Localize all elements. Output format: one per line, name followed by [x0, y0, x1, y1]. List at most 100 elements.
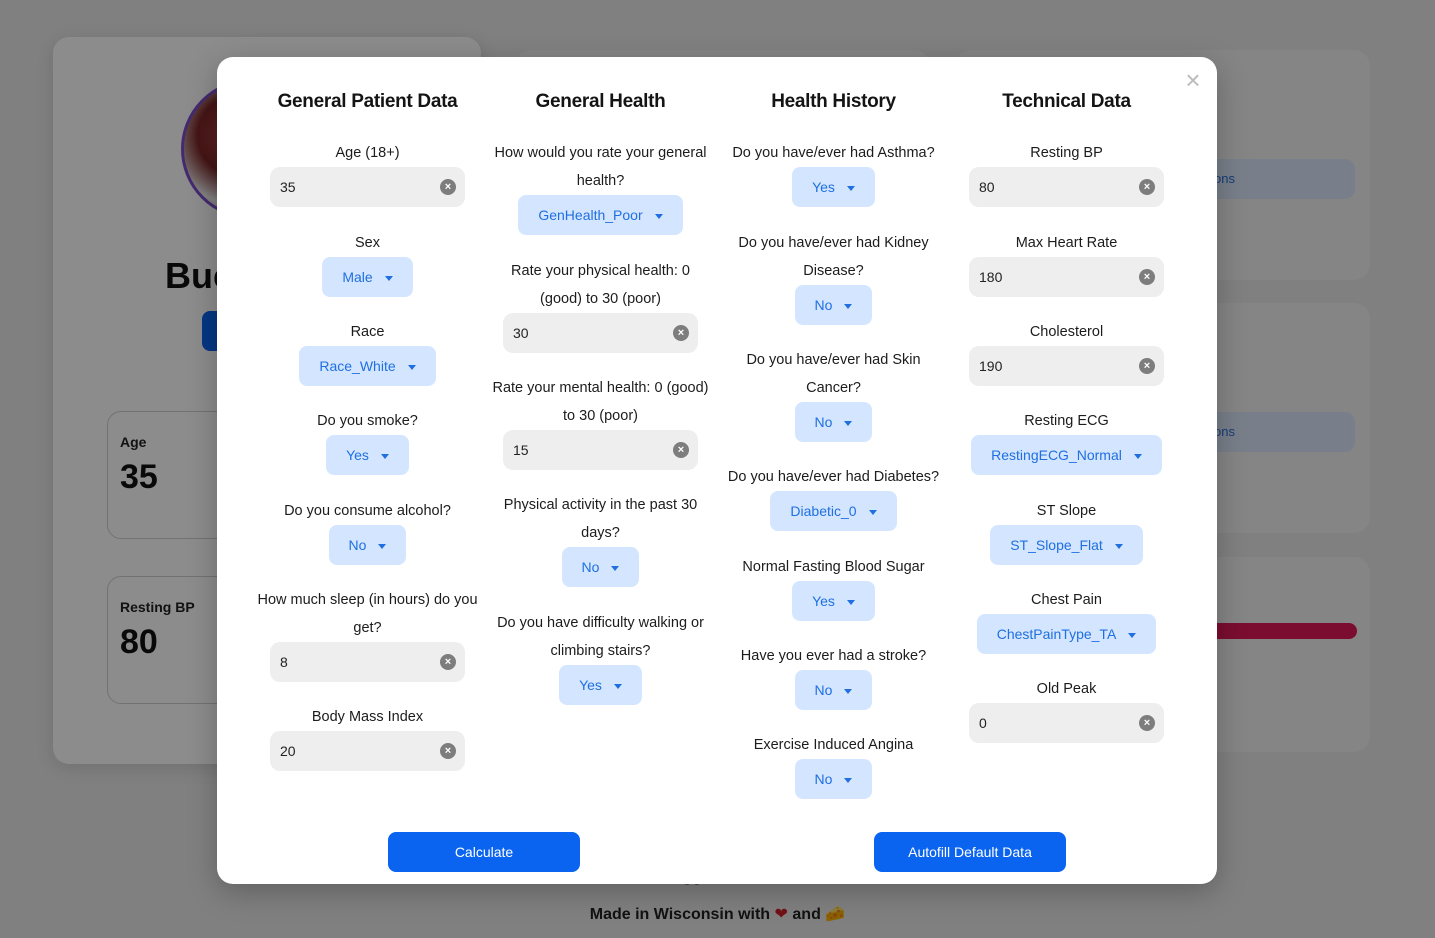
field-label: Do you have/ever had Kidney Disease? [738, 235, 929, 279]
caret-down-icon [846, 185, 855, 191]
field-smoke: Do you smoke? Yes [251, 407, 484, 475]
physical-activity-select[interactable]: No [561, 547, 640, 587]
select-value: No [814, 297, 833, 313]
resting-bp-input[interactable] [969, 167, 1164, 207]
autofill-default-data-button[interactable]: Autofill Default Data [874, 832, 1066, 872]
caret-down-icon [844, 688, 853, 694]
clear-icon[interactable]: × [440, 179, 456, 195]
caret-down-icon [868, 509, 877, 515]
field-resting-bp: Resting BP × [950, 139, 1183, 207]
field-label: How would you rate your general health? [494, 145, 707, 189]
smoke-select[interactable]: Yes [326, 435, 409, 475]
column-title: Technical Data [1002, 91, 1131, 112]
field-label: Rate your physical health: 0 (good) to 3… [511, 263, 690, 307]
column-title: General Health [535, 91, 666, 112]
field-label: Race [350, 324, 385, 340]
clear-icon[interactable]: × [1139, 358, 1155, 374]
field-label: Have you ever had a stroke? [740, 648, 927, 664]
field-label: Do you smoke? [317, 413, 418, 429]
max-heart-rate-input[interactable] [969, 257, 1164, 297]
field-sex: Sex Male [251, 229, 484, 297]
field-label: Do you have/ever had Diabetes? [727, 469, 940, 485]
fasting-blood-sugar-select[interactable]: Yes [792, 581, 875, 621]
clear-icon[interactable]: × [1139, 269, 1155, 285]
close-icon[interactable]: × [1181, 67, 1205, 93]
caret-down-icon [378, 543, 387, 549]
field-label: Body Mass Index [311, 709, 424, 725]
field-label: Max Heart Rate [1015, 235, 1118, 251]
bmi-input-wrapper: × [270, 731, 465, 771]
old-peak-input[interactable] [969, 703, 1164, 743]
alcohol-select[interactable]: No [328, 525, 407, 565]
calculate-button[interactable]: Calculate [388, 832, 580, 872]
field-old-peak: Old Peak × [950, 675, 1183, 743]
field-physical-activity: Physical activity in the past 30 days? N… [484, 491, 717, 587]
field-label: Sex [355, 235, 380, 251]
field-label: Exercise Induced Angina [753, 737, 914, 753]
field-cholesterol: Cholesterol × [950, 318, 1183, 386]
select-value: Diabetic_0 [790, 503, 857, 519]
sleep-input[interactable] [270, 642, 465, 682]
patient-data-modal: × General Patient Data Age (18+) × Sex M… [217, 57, 1217, 884]
field-kidney-disease: Do you have/ever had Kidney Disease? No [717, 229, 950, 325]
field-st-slope: ST Slope ST_Slope_Flat [950, 497, 1183, 565]
chest-pain-select[interactable]: ChestPainType_TA [976, 614, 1157, 654]
select-value: No [814, 414, 833, 430]
field-difficulty-walking: Do you have difficulty walking or climbi… [484, 609, 717, 705]
caret-down-icon [384, 275, 393, 281]
clear-icon[interactable]: × [1139, 715, 1155, 731]
field-label: Cholesterol [1029, 324, 1104, 340]
cholesterol-input[interactable] [969, 346, 1164, 386]
select-value: Race_White [319, 358, 396, 374]
field-fasting-blood-sugar: Normal Fasting Blood Sugar Yes [717, 553, 950, 621]
field-label: Physical activity in the past 30 days? [503, 497, 698, 541]
select-value: Yes [812, 179, 835, 195]
age-input[interactable] [270, 167, 465, 207]
exercise-angina-select[interactable]: No [794, 759, 873, 799]
clear-icon[interactable]: × [673, 325, 689, 341]
caret-down-icon [613, 683, 622, 689]
mental-health-input[interactable] [503, 430, 698, 470]
difficulty-walking-select[interactable]: Yes [559, 665, 642, 705]
select-value: Male [342, 269, 373, 285]
select-value: Yes [812, 593, 835, 609]
stroke-select[interactable]: No [794, 670, 873, 710]
field-diabetes: Do you have/ever had Diabetes? Diabetic_… [717, 463, 950, 531]
sleep-input-wrapper: × [270, 642, 465, 682]
field-exercise-angina: Exercise Induced Angina No [717, 731, 950, 799]
clear-icon[interactable]: × [1139, 179, 1155, 195]
caret-down-icon [844, 420, 853, 426]
asthma-select[interactable]: Yes [792, 167, 875, 207]
bmi-input[interactable] [270, 731, 465, 771]
field-label: Age (18+) [335, 145, 400, 161]
clear-icon[interactable]: × [673, 442, 689, 458]
field-chest-pain: Chest Pain ChestPainType_TA [950, 586, 1183, 654]
diabetes-select[interactable]: Diabetic_0 [770, 491, 897, 531]
field-sleep: How much sleep (in hours) do you get? × [251, 586, 484, 682]
resting-ecg-select[interactable]: RestingECG_Normal [971, 435, 1162, 475]
physical-health-input[interactable] [503, 313, 698, 353]
caret-down-icon [844, 777, 853, 783]
field-label: How much sleep (in hours) do you get? [257, 592, 478, 636]
st-slope-select[interactable]: ST_Slope_Flat [990, 525, 1143, 565]
select-value: GenHealth_Poor [538, 207, 643, 223]
clear-icon[interactable]: × [440, 743, 456, 759]
select-value: RestingECG_Normal [991, 447, 1122, 463]
field-physical-health: Rate your physical health: 0 (good) to 3… [484, 257, 717, 353]
clear-icon[interactable]: × [440, 654, 456, 670]
caret-down-icon [1128, 632, 1137, 638]
caret-down-icon [611, 565, 620, 571]
race-select[interactable]: Race_White [299, 346, 436, 386]
field-general-health: How would you rate your general health? … [484, 139, 717, 235]
caret-down-icon [846, 599, 855, 605]
caret-down-icon [654, 213, 663, 219]
field-alcohol: Do you consume alcohol? No [251, 497, 484, 565]
sex-select[interactable]: Male [322, 257, 413, 297]
field-age: Age (18+) × [251, 139, 484, 207]
skin-cancer-select[interactable]: No [794, 402, 873, 442]
select-value: No [814, 771, 833, 787]
field-label: Do you have/ever had Asthma? [732, 145, 935, 161]
general-health-select[interactable]: GenHealth_Poor [518, 195, 683, 235]
field-skin-cancer: Do you have/ever had Skin Cancer? No [717, 346, 950, 442]
kidney-disease-select[interactable]: No [794, 285, 873, 325]
